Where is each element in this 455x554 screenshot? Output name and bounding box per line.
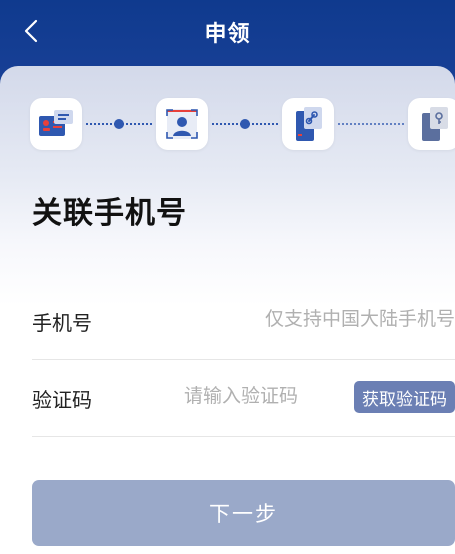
step-3 — [282, 98, 334, 150]
phone-input[interactable] — [195, 301, 455, 337]
section-heading: 关联手机号 — [32, 196, 187, 231]
get-code-button[interactable]: 获取验证码 — [354, 381, 455, 413]
phone-key-icon — [422, 107, 448, 141]
next-step-button[interactable]: 下一步 — [32, 480, 455, 546]
id-card-icon — [39, 110, 73, 136]
step-progress — [30, 98, 455, 154]
step-2 — [156, 98, 208, 150]
step-connector — [338, 123, 404, 125]
page-title: 申领 — [204, 22, 251, 47]
face-scan-icon — [166, 109, 198, 139]
step-connector — [86, 119, 152, 129]
step-4 — [408, 98, 455, 150]
phone-link-icon — [296, 107, 322, 141]
code-row: 验证码 获取验证码 — [32, 360, 455, 437]
code-input[interactable] — [184, 378, 324, 414]
step-1 — [30, 98, 82, 150]
phone-label: 手机号 — [32, 311, 92, 335]
step-connector — [212, 119, 278, 129]
phone-row: 手机号 — [32, 283, 455, 360]
code-label: 验证码 — [32, 388, 92, 412]
